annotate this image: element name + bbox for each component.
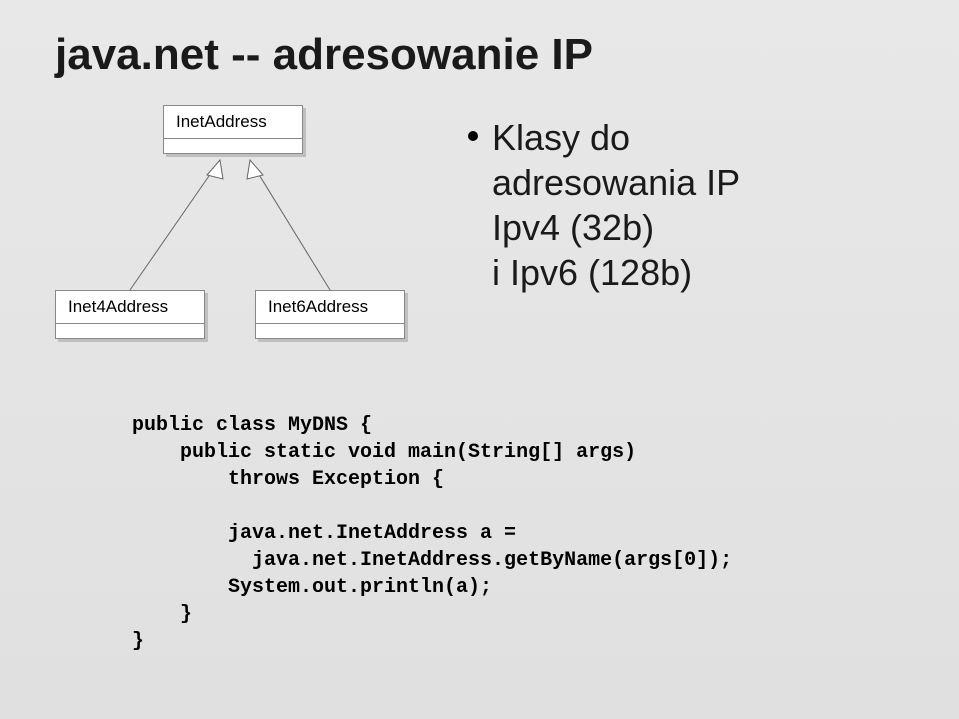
bullet-list: Klasy do adresowania IP Ipv4 (32b) i Ipv… xyxy=(468,115,740,295)
uml-class-name: Inet4Address xyxy=(56,291,204,324)
slide-title: java.net -- adresowanie IP xyxy=(55,30,593,80)
uml-class-name: Inet6Address xyxy=(256,291,404,324)
bullet-icon xyxy=(468,131,478,141)
uml-class-name: InetAddress xyxy=(164,106,302,139)
bullet-line-2: adresowania IP xyxy=(492,160,740,205)
code-line: public static void main(String[] args) xyxy=(132,441,636,464)
uml-class-inetaddress: InetAddress xyxy=(163,105,303,154)
code-sample: public class MyDNS { public static void … xyxy=(132,412,732,655)
code-line: public class MyDNS { xyxy=(132,414,372,437)
bullet-text-1: Klasy do xyxy=(492,117,630,158)
code-line: } xyxy=(132,630,144,653)
code-line: java.net.InetAddress a = xyxy=(132,522,516,545)
code-line: throws Exception { xyxy=(132,468,444,491)
code-line: System.out.println(a); xyxy=(132,576,492,599)
bullet-line-1: Klasy do xyxy=(468,115,740,160)
code-line: } xyxy=(132,603,192,626)
uml-class-inet4address: Inet4Address xyxy=(55,290,205,339)
bullet-line-3: Ipv4 (32b) xyxy=(492,205,740,250)
bullet-line-4: i Ipv6 (128b) xyxy=(492,250,740,295)
code-line: java.net.InetAddress.getByName(args[0]); xyxy=(132,549,732,572)
uml-diagram: InetAddress Inet4Address Inet6Address xyxy=(55,105,445,385)
uml-class-inet6address: Inet6Address xyxy=(255,290,405,339)
